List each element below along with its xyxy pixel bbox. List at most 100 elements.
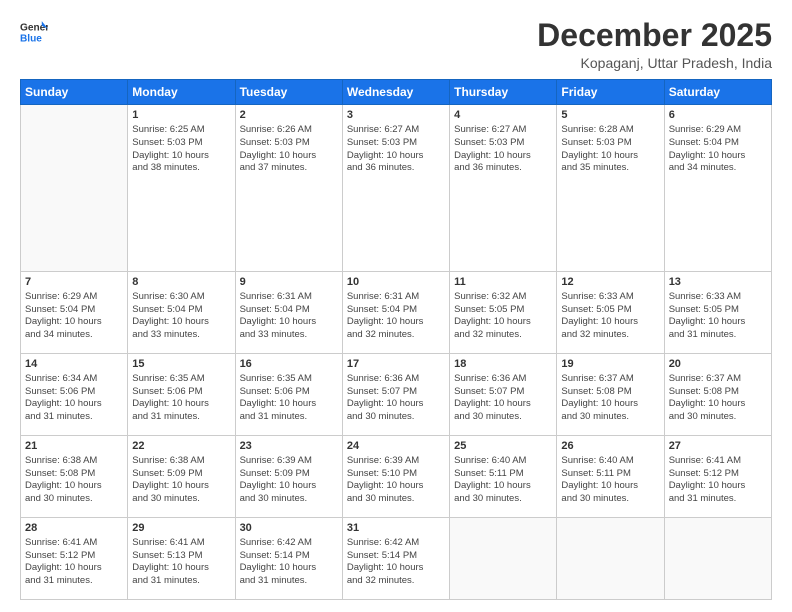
day-info: Daylight: 10 hours	[347, 562, 445, 575]
table-cell: 8Sunrise: 6:30 AMSunset: 5:04 PMDaylight…	[128, 272, 235, 354]
day-info: Sunrise: 6:34 AM	[25, 373, 123, 386]
day-info: and 32 minutes.	[347, 329, 445, 342]
day-info: and 31 minutes.	[240, 411, 338, 424]
table-cell: 17Sunrise: 6:36 AMSunset: 5:07 PMDayligh…	[342, 354, 449, 436]
month-title: December 2025	[537, 18, 772, 53]
day-info: Daylight: 10 hours	[561, 480, 659, 493]
day-info: Daylight: 10 hours	[347, 480, 445, 493]
table-cell: 10Sunrise: 6:31 AMSunset: 5:04 PMDayligh…	[342, 272, 449, 354]
day-info: Sunset: 5:09 PM	[240, 468, 338, 481]
day-info: and 37 minutes.	[240, 162, 338, 175]
day-number: 11	[454, 275, 552, 290]
logo-icon: General Blue	[20, 18, 48, 46]
day-info: Daylight: 10 hours	[240, 480, 338, 493]
table-cell: 9Sunrise: 6:31 AMSunset: 5:04 PMDaylight…	[235, 272, 342, 354]
day-number: 13	[669, 275, 767, 290]
table-cell: 7Sunrise: 6:29 AMSunset: 5:04 PMDaylight…	[21, 272, 128, 354]
day-info: and 36 minutes.	[347, 162, 445, 175]
day-info: and 30 minutes.	[347, 493, 445, 506]
table-cell: 23Sunrise: 6:39 AMSunset: 5:09 PMDayligh…	[235, 436, 342, 518]
day-number: 26	[561, 439, 659, 454]
day-info: and 33 minutes.	[240, 329, 338, 342]
day-info: and 30 minutes.	[240, 493, 338, 506]
day-info: Sunrise: 6:36 AM	[347, 373, 445, 386]
col-saturday: Saturday	[664, 80, 771, 105]
day-info: Daylight: 10 hours	[25, 316, 123, 329]
table-cell: 28Sunrise: 6:41 AMSunset: 5:12 PMDayligh…	[21, 518, 128, 600]
day-info: Sunset: 5:04 PM	[240, 304, 338, 317]
table-cell: 11Sunrise: 6:32 AMSunset: 5:05 PMDayligh…	[450, 272, 557, 354]
subtitle: Kopaganj, Uttar Pradesh, India	[537, 55, 772, 71]
day-info: and 30 minutes.	[454, 493, 552, 506]
day-info: Daylight: 10 hours	[669, 398, 767, 411]
day-info: Sunset: 5:12 PM	[25, 550, 123, 563]
day-info: and 32 minutes.	[454, 329, 552, 342]
day-info: Sunrise: 6:33 AM	[669, 291, 767, 304]
day-info: and 36 minutes.	[454, 162, 552, 175]
table-cell: 22Sunrise: 6:38 AMSunset: 5:09 PMDayligh…	[128, 436, 235, 518]
day-number: 10	[347, 275, 445, 290]
day-info: Sunrise: 6:38 AM	[25, 455, 123, 468]
week-row-1: 1Sunrise: 6:25 AMSunset: 5:03 PMDaylight…	[21, 105, 772, 272]
day-info: Sunset: 5:05 PM	[561, 304, 659, 317]
table-cell	[21, 105, 128, 272]
day-number: 23	[240, 439, 338, 454]
day-info: Sunrise: 6:42 AM	[240, 537, 338, 550]
day-info: Daylight: 10 hours	[240, 150, 338, 163]
day-number: 15	[132, 357, 230, 372]
table-cell: 1Sunrise: 6:25 AMSunset: 5:03 PMDaylight…	[128, 105, 235, 272]
day-info: and 32 minutes.	[561, 329, 659, 342]
day-info: Daylight: 10 hours	[454, 150, 552, 163]
day-info: and 30 minutes.	[454, 411, 552, 424]
col-thursday: Thursday	[450, 80, 557, 105]
day-number: 30	[240, 521, 338, 536]
day-number: 2	[240, 108, 338, 123]
day-info: Sunrise: 6:39 AM	[240, 455, 338, 468]
day-info: Sunset: 5:05 PM	[669, 304, 767, 317]
day-info: Daylight: 10 hours	[454, 398, 552, 411]
table-cell: 27Sunrise: 6:41 AMSunset: 5:12 PMDayligh…	[664, 436, 771, 518]
table-cell: 16Sunrise: 6:35 AMSunset: 5:06 PMDayligh…	[235, 354, 342, 436]
day-info: and 30 minutes.	[561, 411, 659, 424]
table-cell	[664, 518, 771, 600]
day-info: Sunset: 5:06 PM	[240, 386, 338, 399]
day-info: Sunrise: 6:33 AM	[561, 291, 659, 304]
table-cell: 29Sunrise: 6:41 AMSunset: 5:13 PMDayligh…	[128, 518, 235, 600]
day-info: Sunset: 5:12 PM	[669, 468, 767, 481]
table-cell: 30Sunrise: 6:42 AMSunset: 5:14 PMDayligh…	[235, 518, 342, 600]
day-number: 20	[669, 357, 767, 372]
day-info: Sunrise: 6:35 AM	[132, 373, 230, 386]
day-info: and 34 minutes.	[25, 329, 123, 342]
table-cell	[450, 518, 557, 600]
day-info: Sunrise: 6:36 AM	[454, 373, 552, 386]
day-info: Sunrise: 6:41 AM	[669, 455, 767, 468]
day-info: Sunrise: 6:31 AM	[347, 291, 445, 304]
calendar-table: Sunday Monday Tuesday Wednesday Thursday…	[20, 79, 772, 600]
day-info: Sunset: 5:04 PM	[25, 304, 123, 317]
col-wednesday: Wednesday	[342, 80, 449, 105]
day-info: Sunrise: 6:41 AM	[25, 537, 123, 550]
day-info: and 34 minutes.	[669, 162, 767, 175]
table-cell: 18Sunrise: 6:36 AMSunset: 5:07 PMDayligh…	[450, 354, 557, 436]
week-row-5: 28Sunrise: 6:41 AMSunset: 5:12 PMDayligh…	[21, 518, 772, 600]
table-cell: 31Sunrise: 6:42 AMSunset: 5:14 PMDayligh…	[342, 518, 449, 600]
day-info: Sunrise: 6:37 AM	[669, 373, 767, 386]
table-cell: 19Sunrise: 6:37 AMSunset: 5:08 PMDayligh…	[557, 354, 664, 436]
logo: General Blue	[20, 18, 48, 46]
day-info: Daylight: 10 hours	[561, 398, 659, 411]
day-info: Daylight: 10 hours	[240, 562, 338, 575]
day-info: Sunset: 5:14 PM	[347, 550, 445, 563]
day-number: 12	[561, 275, 659, 290]
table-cell: 3Sunrise: 6:27 AMSunset: 5:03 PMDaylight…	[342, 105, 449, 272]
day-info: Sunrise: 6:27 AM	[454, 124, 552, 137]
day-number: 22	[132, 439, 230, 454]
day-info: Daylight: 10 hours	[240, 398, 338, 411]
table-cell: 6Sunrise: 6:29 AMSunset: 5:04 PMDaylight…	[664, 105, 771, 272]
day-info: Sunset: 5:14 PM	[240, 550, 338, 563]
day-info: and 30 minutes.	[561, 493, 659, 506]
day-number: 25	[454, 439, 552, 454]
day-info: and 30 minutes.	[25, 493, 123, 506]
header-row: Sunday Monday Tuesday Wednesday Thursday…	[21, 80, 772, 105]
day-info: Daylight: 10 hours	[25, 562, 123, 575]
day-number: 9	[240, 275, 338, 290]
